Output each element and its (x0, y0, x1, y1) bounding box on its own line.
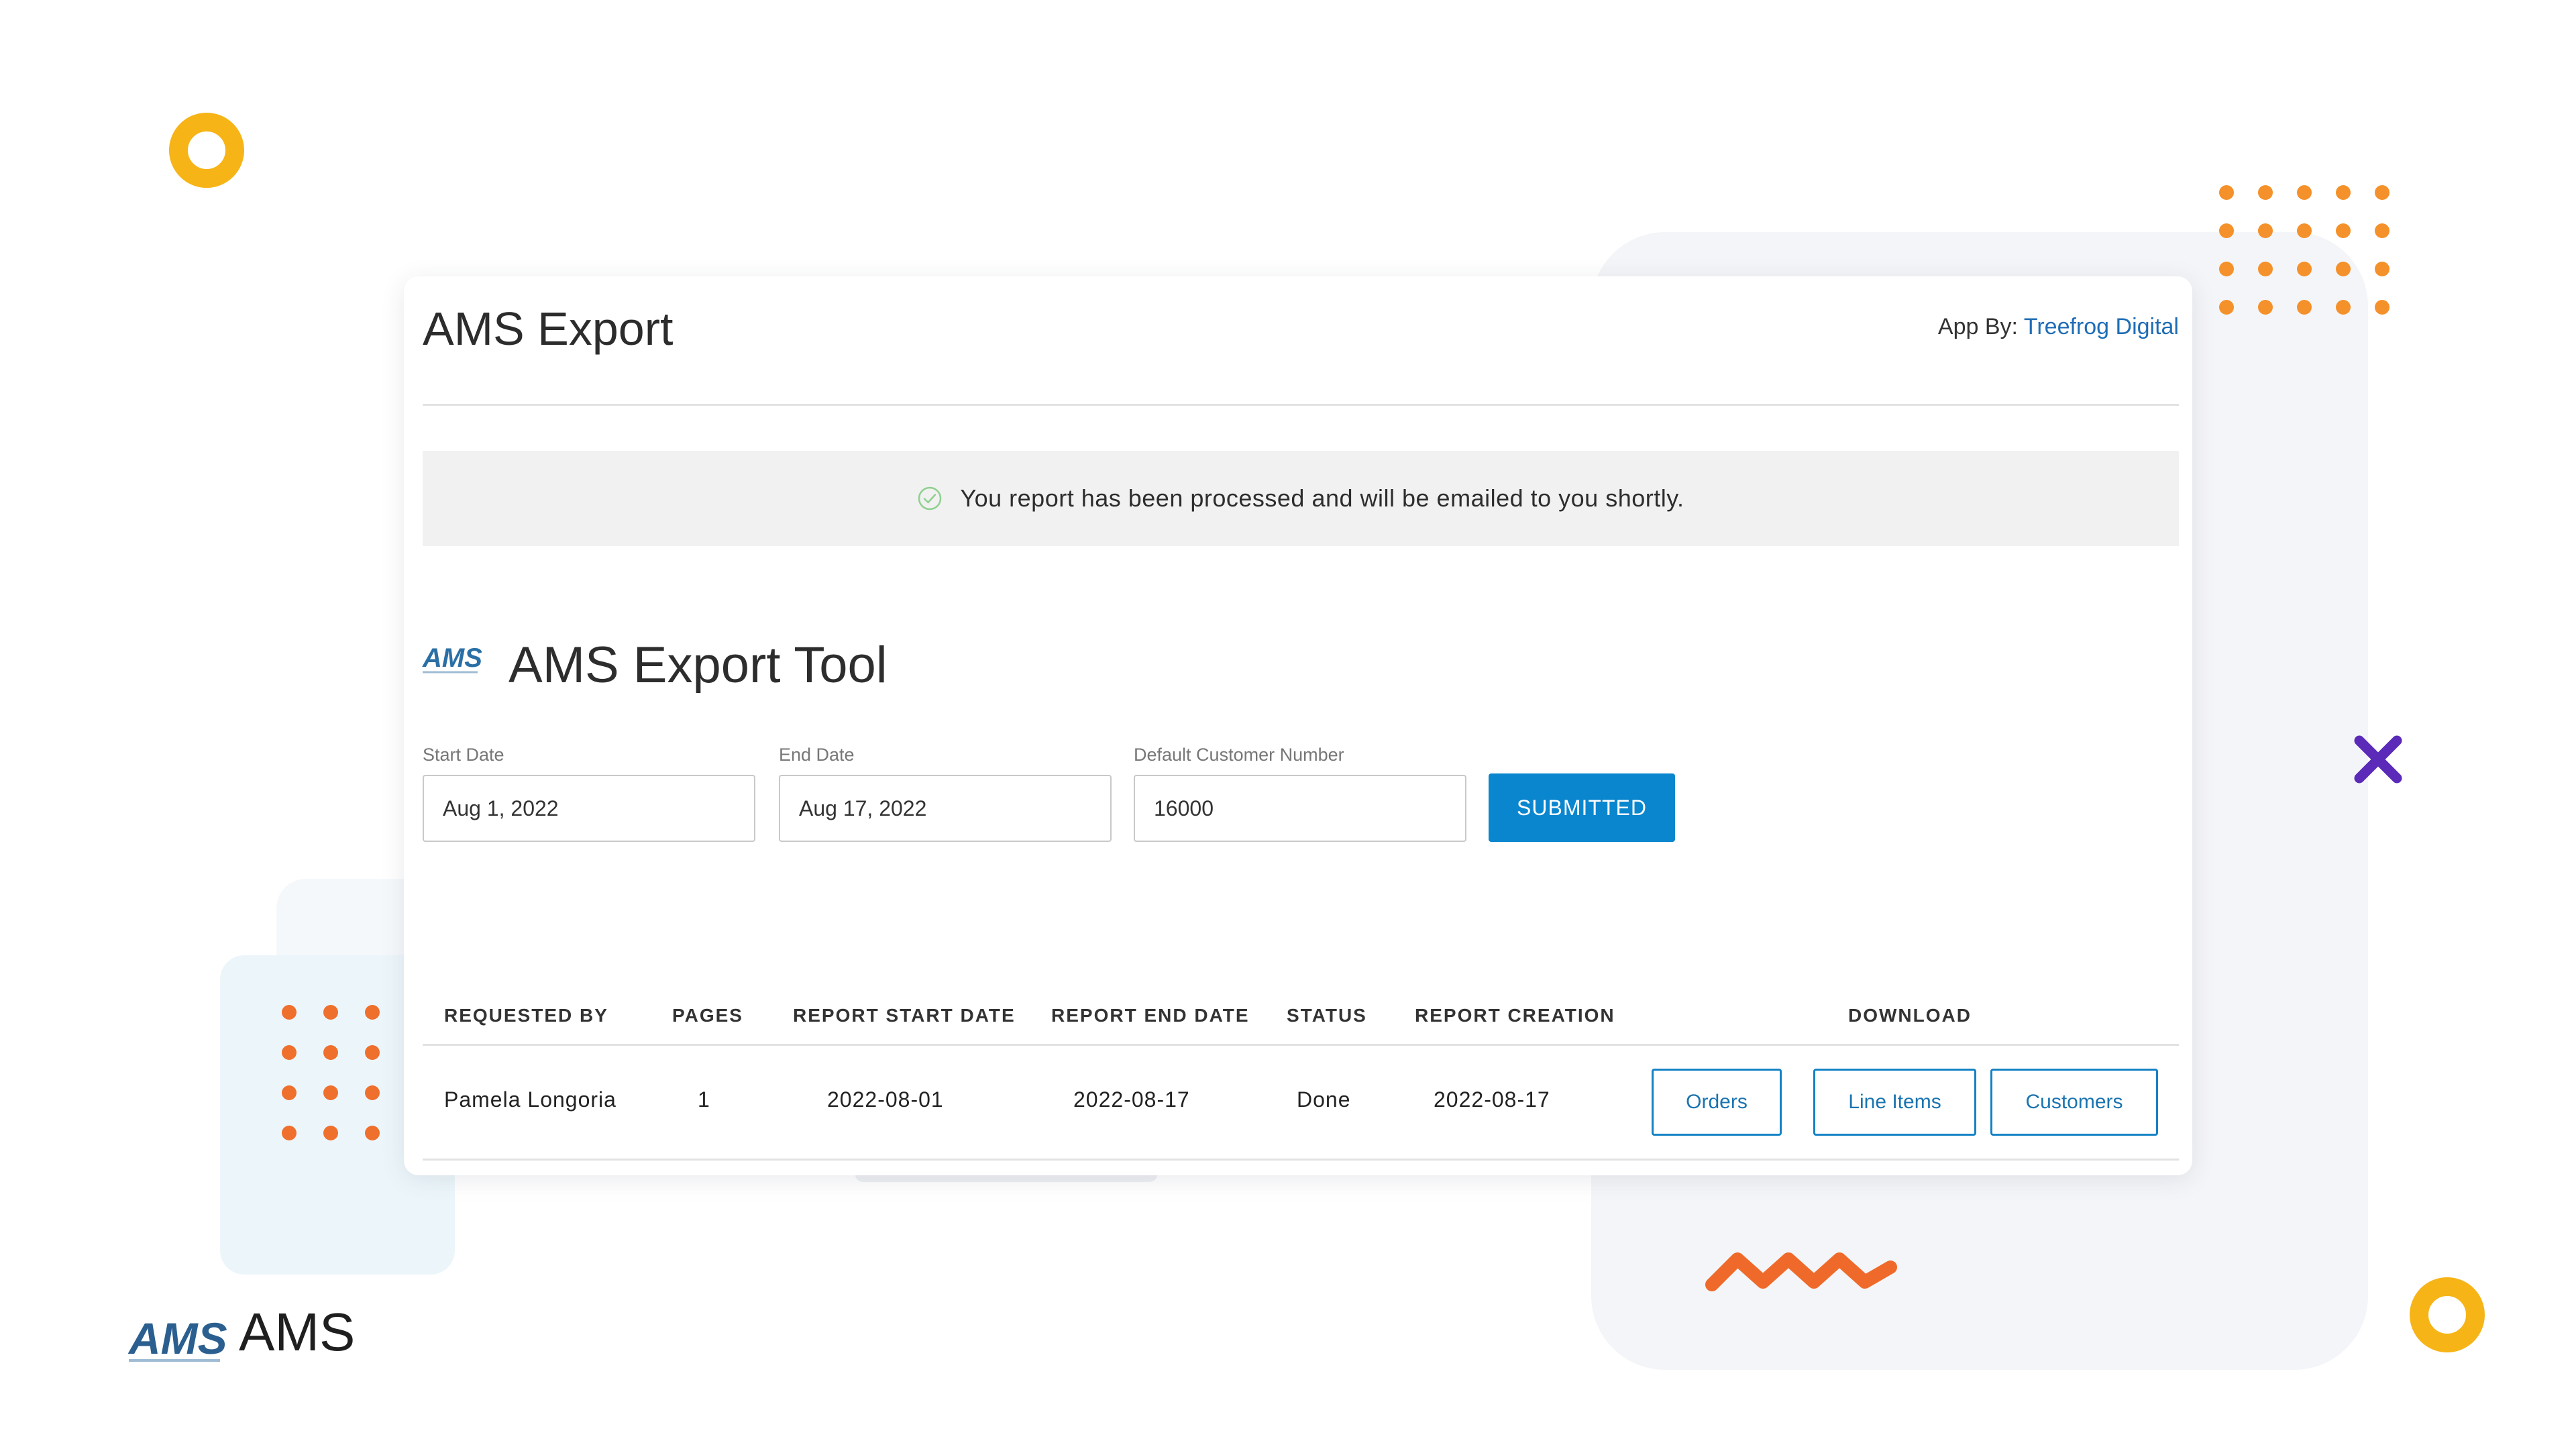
end-date-field: End Date (779, 745, 1112, 842)
dot-grid-decoration (282, 1005, 380, 1140)
page-title: AMS Export (423, 303, 674, 355)
notice-message: You report has been processed and will b… (960, 484, 1684, 512)
col-report-creation: REPORT CREATION (1415, 1005, 1615, 1026)
cell-report-creation: 2022-08-17 (1434, 1087, 1550, 1112)
tool-title: AMS Export Tool (508, 637, 888, 694)
brand-name: AMS (239, 1302, 356, 1362)
col-requested-by: REQUESTED BY (444, 1005, 608, 1026)
col-pages: PAGES (672, 1005, 743, 1026)
cross-icon (2354, 735, 2402, 784)
end-date-input[interactable] (779, 775, 1112, 842)
zigzag-decoration (1705, 1252, 1897, 1291)
table-header: REQUESTED BY PAGES REPORT START DATE REP… (423, 987, 2179, 1046)
dot-grid-decoration (2219, 185, 2390, 315)
ams-brand-logo-icon: AMS (127, 1313, 227, 1363)
customer-number-label: Default Customer Number (1134, 745, 1344, 765)
success-notice: You report has been processed and will b… (423, 451, 2179, 546)
divider (423, 404, 2179, 406)
start-date-input[interactable] (423, 775, 755, 842)
app-window: AMS Export App By: Treefrog Digital You … (404, 276, 2192, 1175)
cell-requested-by: Pamela Longoria (444, 1087, 616, 1112)
col-report-start: REPORT START DATE (793, 1005, 1016, 1026)
submit-button[interactable]: SUBMITTED (1489, 773, 1675, 842)
col-download: DOWNLOAD (1848, 1005, 1972, 1026)
cell-report-end: 2022-08-17 (1073, 1087, 1190, 1112)
cell-pages: 1 (698, 1087, 710, 1112)
app-credit: App By: Treefrog Digital (1938, 314, 2179, 340)
download-customers-button[interactable]: Customers (1990, 1069, 2158, 1136)
ring-decoration (2410, 1277, 2485, 1352)
credit-link[interactable]: Treefrog Digital (2024, 314, 2179, 339)
download-line-items-button[interactable]: Line Items (1813, 1069, 1976, 1136)
ams-logo-icon: AMS (422, 643, 482, 674)
cell-status: Done (1297, 1087, 1351, 1112)
check-circle-icon (918, 486, 942, 511)
ring-decoration (169, 113, 244, 188)
table-row: Pamela Longoria 1 2022-08-01 2022-08-17 … (423, 1046, 2179, 1161)
ams-logo-text: AMS (422, 643, 482, 673)
customer-number-field: Default Customer Number (1134, 745, 1466, 842)
customer-number-input[interactable] (1134, 775, 1466, 842)
col-status: STATUS (1287, 1005, 1367, 1026)
end-date-label: End Date (779, 745, 855, 765)
cell-report-start: 2022-08-01 (827, 1087, 944, 1112)
reports-table: REQUESTED BY PAGES REPORT START DATE REP… (423, 987, 2179, 1161)
download-orders-button[interactable]: Orders (1652, 1069, 1782, 1136)
start-date-label: Start Date (423, 745, 504, 765)
col-report-end: REPORT END DATE (1051, 1005, 1250, 1026)
start-date-field: Start Date (423, 745, 755, 842)
credit-prefix: App By: (1937, 314, 2018, 339)
brand-logo-text: AMS (127, 1313, 227, 1363)
